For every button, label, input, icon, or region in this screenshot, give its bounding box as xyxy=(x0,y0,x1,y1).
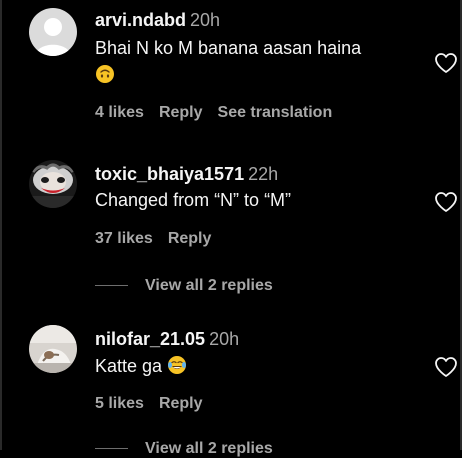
view-replies-label[interactable]: View all 2 replies xyxy=(145,440,273,457)
comment-actions: 37 likes Reply xyxy=(95,229,226,249)
comment-actions: 5 likes Reply xyxy=(95,394,218,414)
comment-text: Bhai N ko M banana aasan haina xyxy=(95,35,361,61)
comments-panel: arvi.ndabd 20h Bhai N ko M banana aasan h… xyxy=(0,0,462,457)
avatar[interactable] xyxy=(29,8,77,56)
reply-button[interactable]: Reply xyxy=(159,395,203,412)
reply-button[interactable]: Reply xyxy=(159,104,203,121)
face-with-tears-of-joy-icon xyxy=(167,355,187,382)
view-replies-button[interactable]: View all 2 replies xyxy=(95,277,273,299)
comment-emoji-line xyxy=(95,62,115,91)
comment-text: Changed from “N” to “M” xyxy=(95,187,291,213)
timestamp: 20h xyxy=(209,329,240,349)
divider-line xyxy=(95,448,128,450)
comment-text-content: Changed from “N” to “M” xyxy=(95,190,292,210)
likes-count[interactable]: 5 likes xyxy=(95,395,144,412)
comment-header: nilofar_21.05 20h xyxy=(95,328,239,350)
see-translation-button[interactable]: See translation xyxy=(218,104,333,121)
heart-icon[interactable] xyxy=(434,191,458,213)
likes-count[interactable]: 4 likes xyxy=(95,104,144,121)
timestamp: 22h xyxy=(248,164,279,184)
heart-icon[interactable] xyxy=(434,356,458,378)
comment-header: arvi.ndabd 20h xyxy=(95,9,220,31)
comment-text-content: Bhai N ko M banana aasan haina xyxy=(95,38,362,58)
likes-count[interactable]: 37 likes xyxy=(95,230,153,247)
upside-down-face-icon xyxy=(95,64,115,91)
comment-text-content: Katte ga xyxy=(95,356,163,376)
comment-header: toxic_bhaiya1571 22h xyxy=(95,163,278,185)
view-replies-button[interactable]: View all 2 replies xyxy=(95,440,273,458)
comment-text: Katte ga xyxy=(95,353,187,382)
avatar[interactable] xyxy=(29,160,77,208)
avatar[interactable] xyxy=(29,325,77,373)
username[interactable]: nilofar_21.05 xyxy=(95,329,205,349)
heart-icon[interactable] xyxy=(434,52,458,74)
username[interactable]: arvi.ndabd xyxy=(95,10,186,30)
reply-button[interactable]: Reply xyxy=(168,230,212,247)
divider-line xyxy=(95,285,128,287)
timestamp: 20h xyxy=(190,10,221,30)
username[interactable]: toxic_bhaiya1571 xyxy=(95,164,244,184)
comment-actions: 4 likes Reply See translation xyxy=(95,103,347,123)
view-replies-label[interactable]: View all 2 replies xyxy=(145,277,273,294)
